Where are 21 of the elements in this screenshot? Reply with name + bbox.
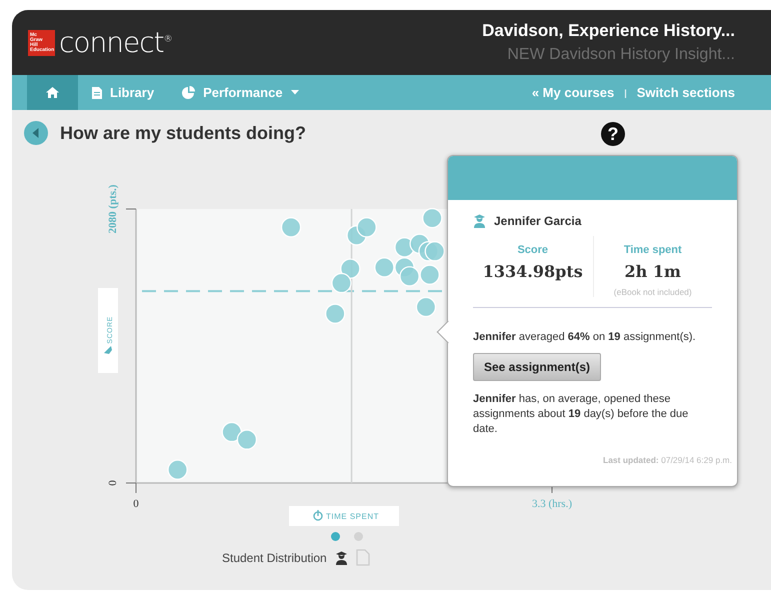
student-name: Jennifer Garcia <box>494 214 582 228</box>
x-axis-title: TIME SPENT <box>326 512 380 521</box>
stat-value: 1334.98pts <box>482 262 584 281</box>
course-title: Davidson, Experience History... <box>482 21 735 41</box>
separator: | <box>624 88 627 98</box>
summary-text: Jennifer averaged 64% on 19 assignment(s). <box>473 330 697 344</box>
y-tick-label: 2080 (pts.) <box>107 184 119 234</box>
stat-label: Time spent <box>622 244 683 256</box>
last-updated: Last updated: 07/29/14 6:29 p.m. <box>602 455 732 465</box>
x-tick-label: 0 <box>133 498 139 510</box>
y-tick-label: 0 <box>107 480 119 486</box>
distribution-label: Student Distribution <box>222 550 327 564</box>
course-subtitle: NEW Davidson History Insight... <box>506 46 735 64</box>
stat-label: Score <box>516 244 550 256</box>
x-axis-label: TIME SPENT <box>289 506 399 526</box>
x-tick-label: 3.3 (hrs.) <box>532 498 572 510</box>
stat-note: (eBook not included) <box>612 287 693 297</box>
stat-value: 2h 1m <box>624 262 682 281</box>
page-title: How are my students doing? <box>60 122 306 144</box>
logo: connect$^{®}$ <box>59 26 173 59</box>
detail-text: Jennifer has, on average, opened these assignments about 19 day(s) before the due date. <box>473 392 690 437</box>
